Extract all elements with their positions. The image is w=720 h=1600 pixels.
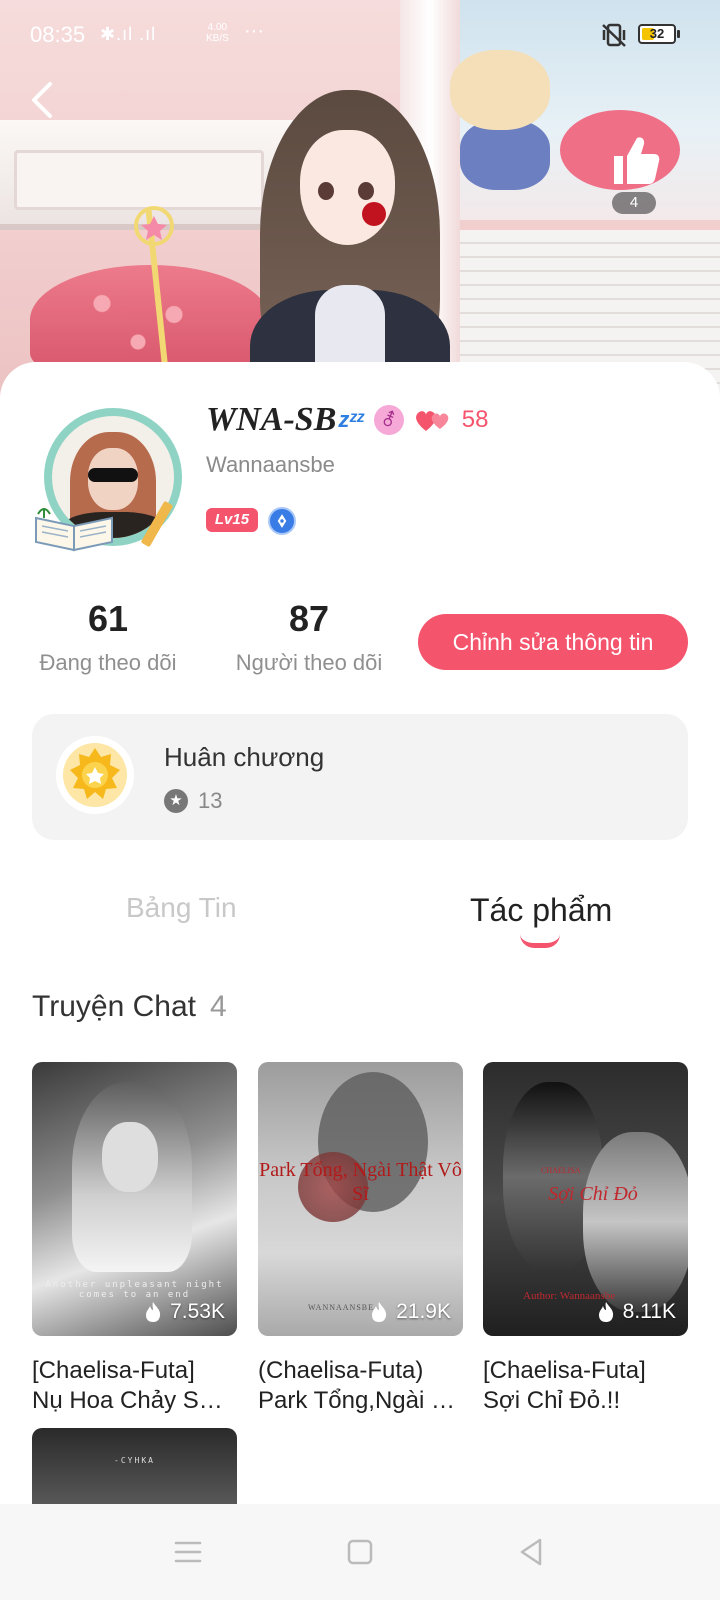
cover-small-text: CHAELISA (541, 1166, 581, 1175)
vibrate-off-icon (602, 23, 626, 47)
hearts-icon (415, 411, 449, 431)
more-notifications-icon: ··· (244, 20, 264, 42)
flame-icon (598, 1302, 613, 1322)
star-icon: ★ (164, 789, 188, 813)
story-title-line1: (Chaelisa-Futa) (258, 1357, 424, 1384)
view-count: 21.9K (370, 1300, 451, 1324)
network-speed-value: 4.00 (207, 22, 228, 33)
following-count: 61 (87, 598, 129, 639)
story-title-line2: Sợi Chỉ Đỏ.!! (483, 1387, 621, 1414)
flame-icon (146, 1302, 161, 1322)
medals-count: 13 (198, 788, 223, 813)
medals-title: Huân chương (164, 742, 325, 772)
menu-icon[interactable] (170, 1534, 206, 1570)
story-card[interactable]: Park Tổng, Ngài Thật Vô Sĩ WANNAANSBE 21… (258, 1062, 463, 1416)
story-cover[interactable]: -CYHKA (32, 1428, 237, 1508)
wand-star-icon (134, 206, 174, 246)
story-title-line2: Nụ Hoa Chảy Sữa… (32, 1387, 237, 1414)
medals-card[interactable]: Huân chương ★ 13 (32, 714, 688, 840)
cover-stool (30, 265, 270, 375)
home-icon[interactable] (342, 1534, 378, 1570)
network-speed-unit: KB/S (206, 33, 229, 44)
user-handle: Wannaansbe (206, 452, 335, 477)
followers-count: 87 (288, 598, 330, 639)
tab-works[interactable]: Tác phẩm (470, 892, 612, 929)
story-title[interactable]: [Chaelisa-Futa] Sợi Chỉ Đỏ.!! (483, 1356, 688, 1416)
cover-caption: Another unpleasant night comes to an end (45, 1280, 224, 1300)
edit-profile-button[interactable]: Chỉnh sửa thông tin (418, 614, 688, 670)
cover-title-text: Sợi Chỉ Đỏ (548, 1183, 638, 1205)
level-badge[interactable]: Lv15 (206, 508, 258, 532)
story-card[interactable]: Another unpleasant night comes to an end… (32, 1062, 237, 1416)
section-count: 4 (209, 990, 227, 1023)
story-title[interactable]: (Chaelisa-Futa) Park Tổng,Ngài … (258, 1356, 463, 1416)
cover-label: -CYHKA (114, 1456, 155, 1465)
book-decoration-icon (35, 508, 113, 552)
following-stat[interactable]: 61 Đang theo dõi (28, 598, 188, 676)
network-speed: 4.00 KB/S (206, 22, 229, 44)
followers-stat[interactable]: 87 Người theo dõi (226, 598, 392, 676)
status-time: 08:35 (30, 22, 86, 47)
followers-label: Người theo dõi (235, 650, 383, 675)
view-count: 8.11K (597, 1300, 676, 1324)
signal-icon: ✱.ıl .ıl (100, 24, 157, 44)
story-title-line2: Park Tổng,Ngài … (258, 1387, 455, 1414)
display-name: WNA-SB (206, 401, 337, 438)
flame-icon (372, 1302, 387, 1322)
back-icon[interactable] (514, 1534, 550, 1570)
status-bar: 08:35 ✱.ıl .ıl 4.00 KB/S ··· 32 (0, 14, 720, 56)
avatar[interactable] (34, 408, 184, 558)
story-title-line1: [Chaelisa-Futa] (483, 1357, 646, 1384)
following-label: Đang theo dõi (39, 650, 177, 675)
story-title[interactable]: [Chaelisa-Futa] Nụ Hoa Chảy Sữa… (32, 1356, 237, 1416)
view-count: 7.53K (144, 1300, 225, 1324)
medal-icon (56, 736, 134, 814)
pen-badge-icon[interactable] (268, 507, 296, 535)
view-count-text: 7.53K (170, 1300, 225, 1323)
section-title: Truyện Chat 4 (32, 990, 227, 1024)
view-count-text: 8.11K (622, 1300, 676, 1323)
username-row: WNA-SB zᶻᶻ ⚦ 58 (206, 400, 488, 440)
story-cover[interactable]: CHAELISA Sợi Chỉ Đỏ Author: Wannaansbe 8… (483, 1062, 688, 1336)
medals-count-row: ★ 13 (164, 788, 222, 814)
story-cover[interactable]: Another unpleasant night comes to an end… (32, 1062, 237, 1336)
battery-icon: 32 (638, 24, 680, 44)
cover-title-text: Park Tổng, Ngài Thật Vô Sĩ (259, 1159, 462, 1205)
like-count: 4 (612, 192, 656, 214)
gender-icon: ⚦ (373, 405, 404, 435)
heart-count: 58 (461, 406, 489, 433)
cover-signature: WANNAANSBE (308, 1303, 374, 1312)
back-arrow-icon[interactable] (20, 76, 68, 124)
view-count-text: 21.9K (396, 1300, 451, 1323)
sleep-icon: zᶻᶻ (338, 407, 364, 432)
tab-feed[interactable]: Bảng Tin (126, 892, 237, 924)
cover-character (250, 90, 450, 400)
section-title-text: Truyện Chat (32, 990, 196, 1023)
story-title-line1: [Chaelisa-Futa] (32, 1357, 195, 1384)
story-card[interactable]: CHAELISA Sợi Chỉ Đỏ Author: Wannaansbe 8… (483, 1062, 688, 1416)
story-cover[interactable]: Park Tổng, Ngài Thật Vô Sĩ WANNAANSBE 21… (258, 1062, 463, 1336)
cover-teddy (450, 40, 560, 190)
system-nav-bar (0, 1504, 720, 1600)
battery-level: 32 (649, 26, 665, 41)
thumbs-up-icon[interactable] (606, 130, 662, 190)
